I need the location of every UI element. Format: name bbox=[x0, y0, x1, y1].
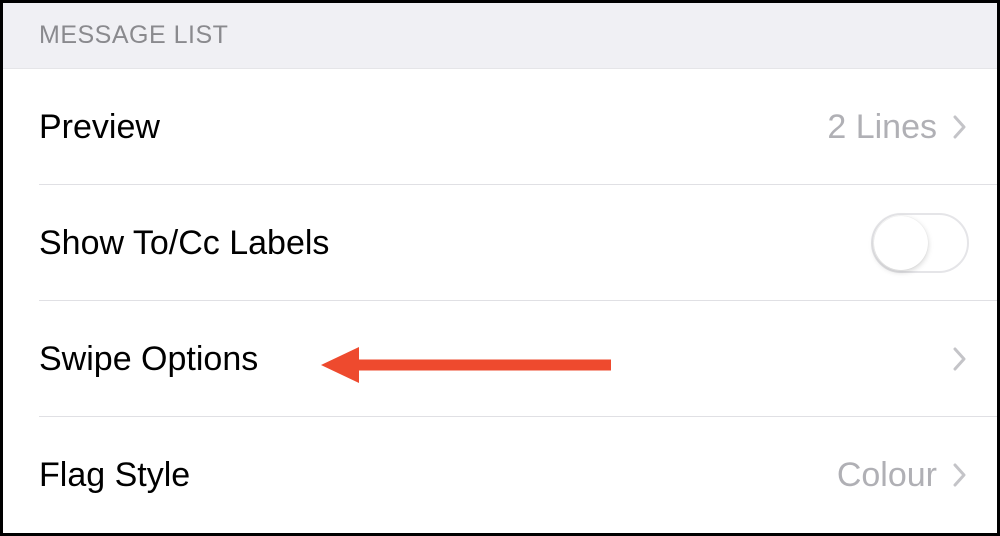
preview-right: 2 Lines bbox=[827, 108, 969, 147]
flag-style-value: Colour bbox=[837, 456, 937, 495]
section-header: MESSAGE LIST bbox=[3, 3, 997, 69]
chevron-right-icon bbox=[951, 112, 969, 142]
flag-style-row[interactable]: Flag Style Colour bbox=[3, 417, 997, 533]
chevron-right-icon bbox=[951, 344, 969, 374]
section-header-label: MESSAGE LIST bbox=[39, 21, 228, 49]
swipe-options-label: Swipe Options bbox=[39, 340, 258, 379]
chevron-right-icon bbox=[951, 460, 969, 490]
show-to-cc-toggle[interactable] bbox=[871, 213, 969, 273]
toggle-knob bbox=[874, 216, 928, 270]
swipe-options-right bbox=[951, 344, 969, 374]
flag-style-label: Flag Style bbox=[39, 456, 190, 495]
show-to-cc-right bbox=[871, 213, 969, 273]
show-to-cc-row[interactable]: Show To/Cc Labels bbox=[3, 185, 997, 301]
preview-value: 2 Lines bbox=[827, 108, 937, 147]
flag-style-right: Colour bbox=[837, 456, 969, 495]
settings-list: Preview 2 Lines Show To/Cc Labels bbox=[3, 69, 997, 533]
preview-row[interactable]: Preview 2 Lines bbox=[3, 69, 997, 185]
show-to-cc-label: Show To/Cc Labels bbox=[39, 224, 329, 263]
settings-frame: MESSAGE LIST Preview 2 Lines Show To/Cc … bbox=[0, 0, 1000, 536]
swipe-options-row[interactable]: Swipe Options bbox=[3, 301, 997, 417]
preview-label: Preview bbox=[39, 108, 160, 147]
